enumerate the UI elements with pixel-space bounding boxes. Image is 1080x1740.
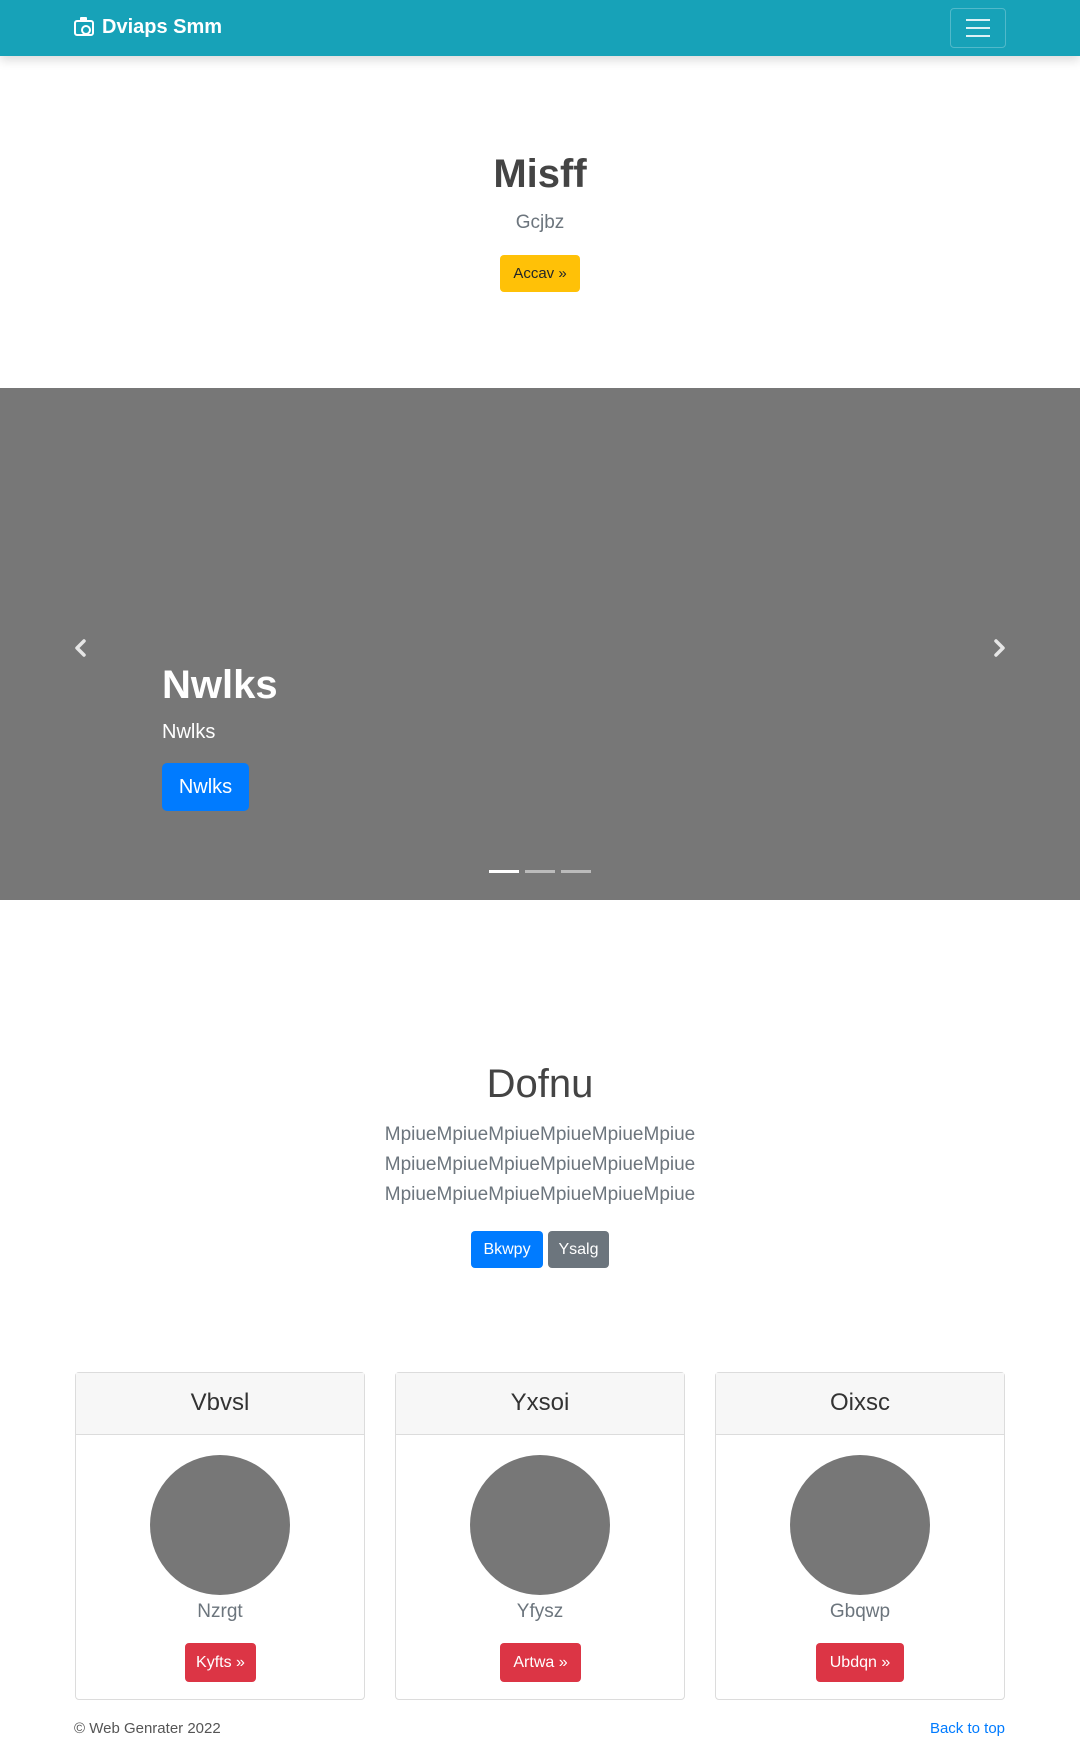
- back-to-top-link[interactable]: Back to top: [930, 1720, 1005, 1737]
- section-text: MpiueMpiueMpiueMpiueMpiueMpiue MpiueMpiu…: [384, 1124, 696, 1205]
- carousel-caption-title: Nwlks: [162, 663, 278, 707]
- carousel-prev-button[interactable]: [66, 633, 96, 663]
- brand-link[interactable]: Dviaps Smm: [74, 16, 222, 39]
- carousel-indicator-1[interactable]: [489, 870, 519, 873]
- card-button[interactable]: Artwa »: [500, 1643, 581, 1682]
- hamburger-icon: [966, 27, 990, 29]
- card-header: Vbvsl: [76, 1373, 364, 1435]
- carousel-caption-button[interactable]: Nwlks: [162, 763, 249, 811]
- brand-name: Dviaps Smm: [102, 16, 223, 38]
- card-header: Oixsc: [716, 1373, 1004, 1435]
- hero-subtitle: Gcjbz: [515, 212, 565, 233]
- carousel: Nwlks Nwlks Nwlks: [0, 388, 1080, 900]
- section-title: Dofnu: [486, 1062, 594, 1106]
- navbar: Dviaps Smm: [0, 0, 1080, 56]
- carousel-indicators: [489, 870, 591, 873]
- card-2: Yxsoi Yfysz Artwa »: [395, 1372, 685, 1700]
- chevron-left-icon: [75, 639, 86, 657]
- card-header: Yxsoi: [396, 1373, 684, 1435]
- carousel-next-button[interactable]: [984, 633, 1014, 663]
- section-primary-button[interactable]: Bkwpy: [471, 1231, 543, 1268]
- hero-button[interactable]: Accav »: [500, 255, 580, 292]
- card-image-placeholder: [470, 1455, 610, 1595]
- chevron-right-icon: [994, 639, 1005, 657]
- navbar-toggler-button[interactable]: [950, 8, 1006, 48]
- carousel-indicator-2[interactable]: [525, 870, 555, 873]
- hamburger-icon: [966, 19, 990, 21]
- card-text: Gbqwp: [829, 1601, 891, 1622]
- section-secondary-button[interactable]: Ysalg: [548, 1231, 609, 1268]
- card-button[interactable]: Kyfts »: [185, 1643, 256, 1682]
- carousel-indicator-3[interactable]: [561, 870, 591, 873]
- card-1: Vbvsl Nzrgt Kyfts »: [75, 1372, 365, 1700]
- card-text: Nzrgt: [197, 1601, 243, 1622]
- hero-title: Misff: [493, 152, 587, 196]
- footer-copyright: © Web Genrater 2022: [74, 1720, 221, 1737]
- card-3: Oixsc Gbqwp Ubdqn »: [715, 1372, 1005, 1700]
- card-text: Yfysz: [516, 1601, 564, 1622]
- card-button[interactable]: Ubdqn »: [816, 1643, 904, 1682]
- card-image-placeholder: [790, 1455, 930, 1595]
- camera-icon: [74, 16, 94, 36]
- carousel-caption-subtitle: Nwlks: [162, 721, 216, 743]
- hamburger-icon: [966, 35, 990, 37]
- card-image-placeholder: [150, 1455, 290, 1595]
